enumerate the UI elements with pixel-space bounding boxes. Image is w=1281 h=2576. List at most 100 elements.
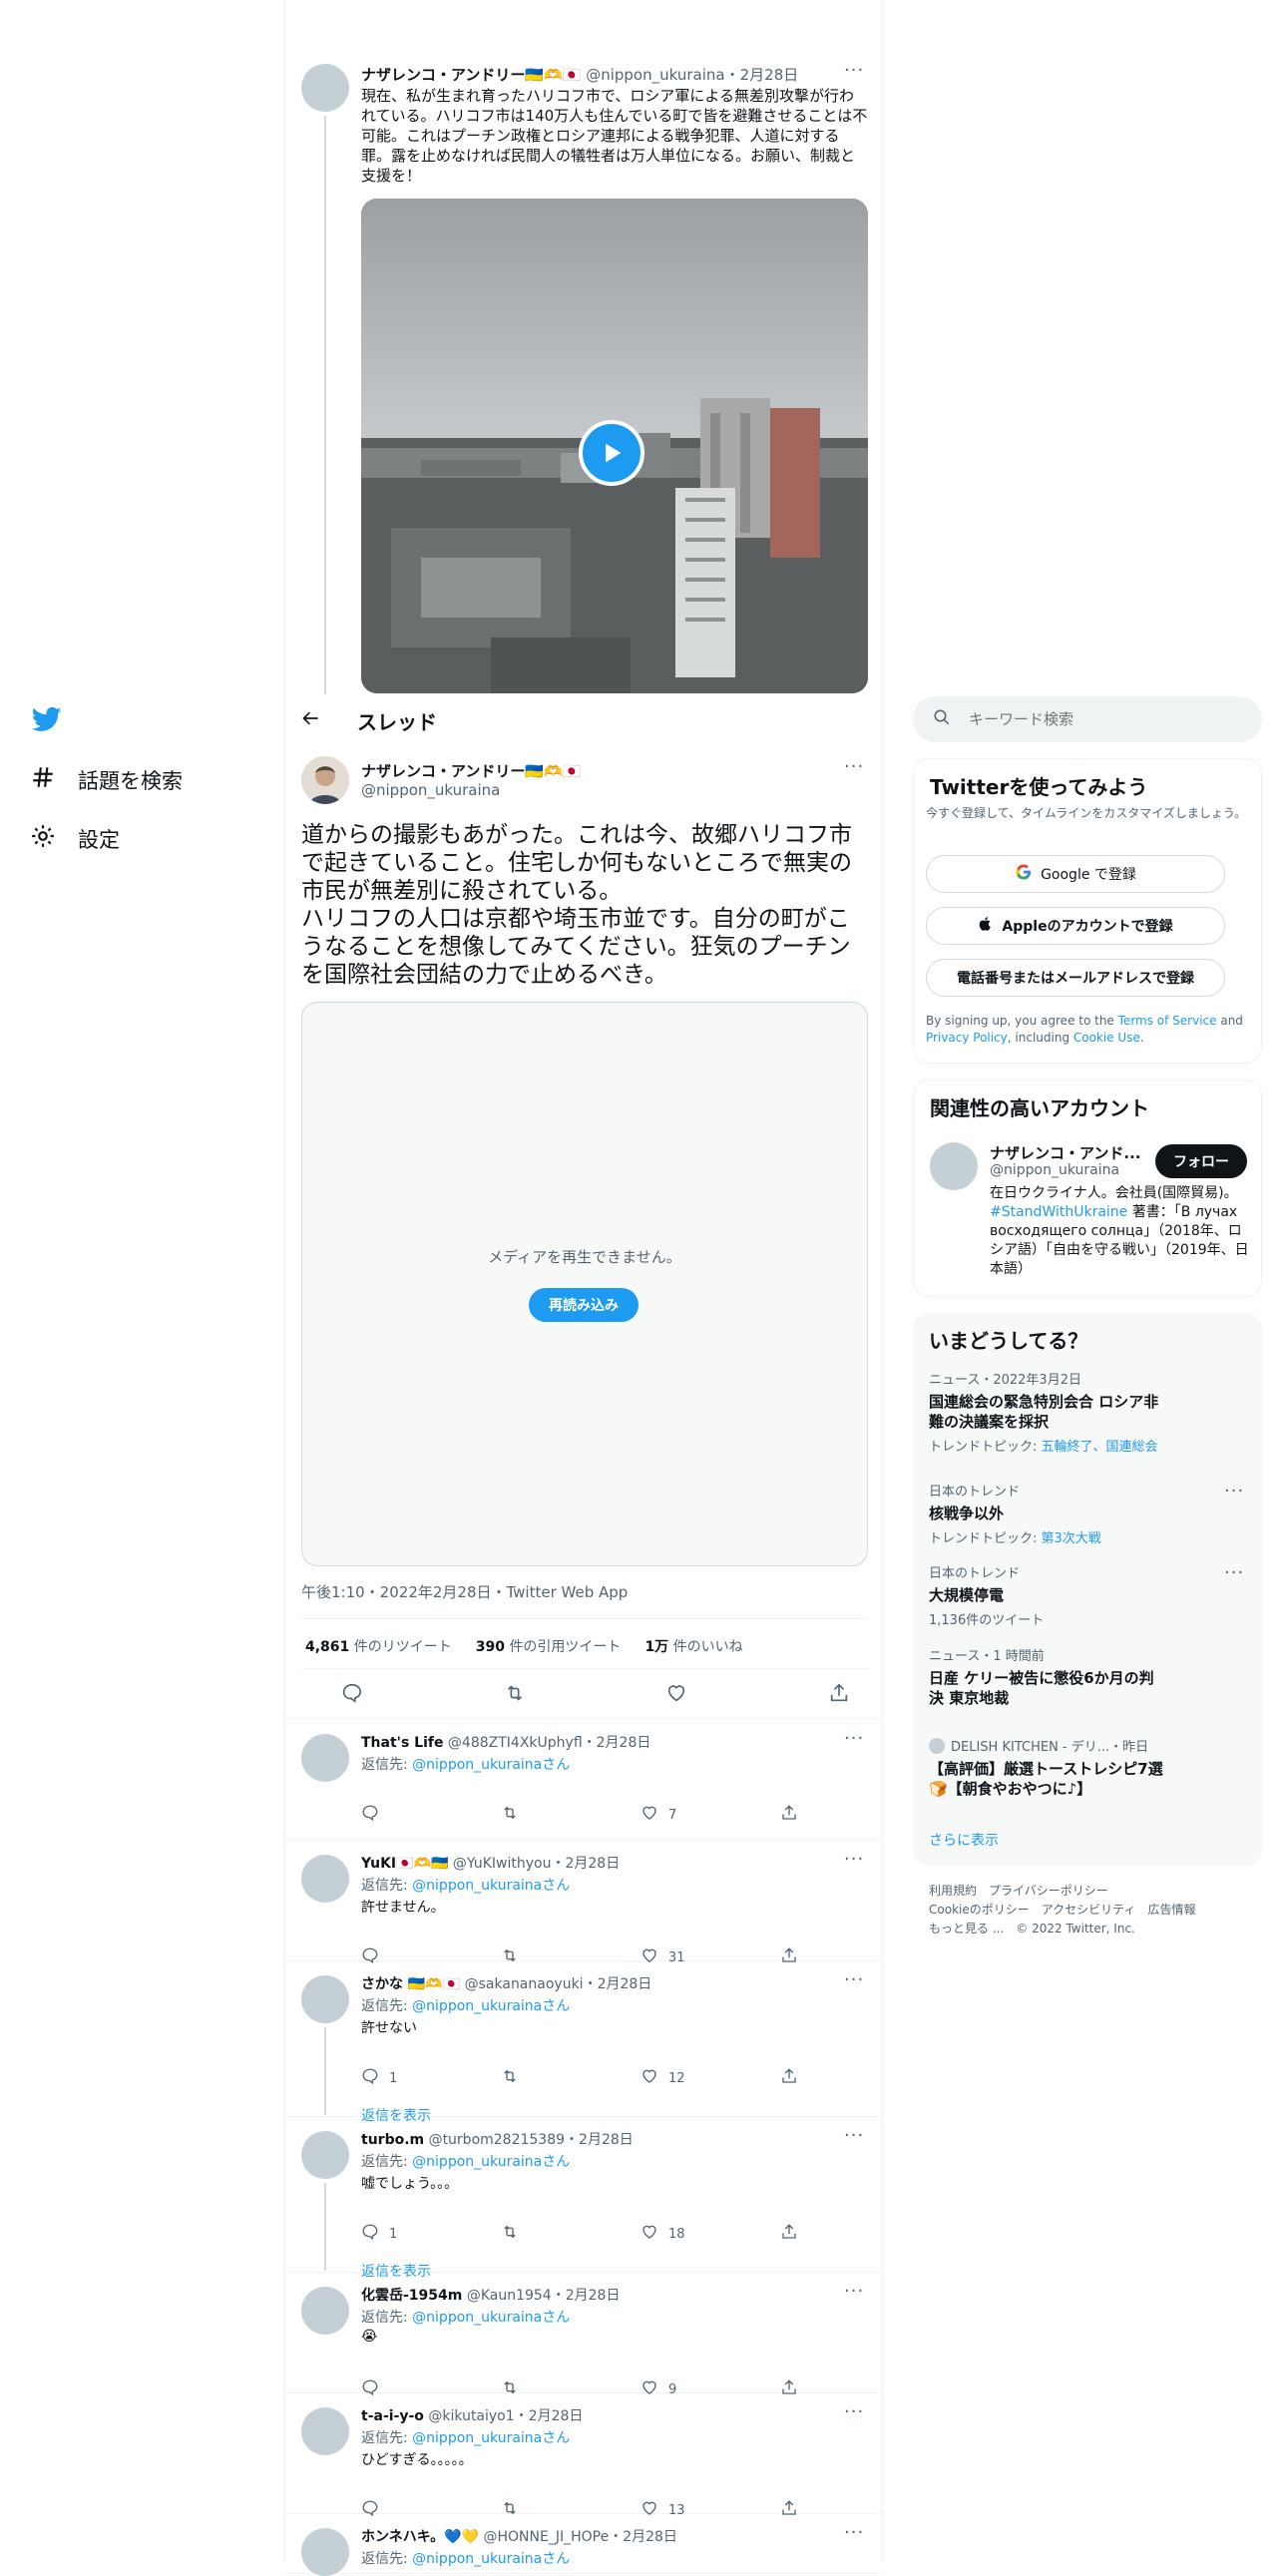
play-icon[interactable] [579, 420, 644, 486]
follow-button[interactable]: フォロー [1155, 1144, 1247, 1178]
reply-tweet[interactable]: YuKI🇯🇵🫶🇺🇦 @YuKIwithyou・2月28日 ··· 返信先: @nip… [285, 1841, 882, 1965]
bio-hashtag-link[interactable]: #StandWithUkraine [990, 1204, 1127, 1220]
reply-author-name[interactable]: 化雲岳-1954m [361, 2288, 462, 2304]
trend-item[interactable]: 日本のトレンド 核戦争以外 トレンドトピック: 第3次大戦 ··· [929, 1481, 1246, 1546]
share-button[interactable] [780, 2223, 800, 2245]
nav-explore[interactable]: 話題を検索 [30, 764, 183, 795]
reply-date[interactable]: 2月28日 [529, 2408, 584, 2424]
more-options-icon[interactable]: ··· [844, 1728, 864, 1749]
footer-cookie-link[interactable]: Cookieのポリシー [929, 1903, 1030, 1917]
reply-button[interactable]: 1 [361, 2223, 461, 2245]
reply-author-name[interactable]: さかな 🇺🇦🫶🇯🇵 [361, 1976, 460, 1992]
reply-icon[interactable] [341, 1682, 363, 1708]
reply-author-handle[interactable]: @488ZTI4XkUphyfl [448, 1735, 583, 1751]
reply-author-name[interactable]: t-a-i-y-o [361, 2408, 424, 2424]
nav-settings[interactable]: 設定 [30, 823, 120, 854]
reply-author-handle[interactable]: @YuKIwithyou [453, 1856, 552, 1872]
more-options-icon[interactable]: ··· [844, 60, 864, 81]
google-signup-button[interactable]: Google で登録 [926, 855, 1225, 893]
quotes-stat[interactable]: 390 件の引用ツイート [476, 1636, 622, 1656]
like-button[interactable]: 7 [640, 1804, 740, 1826]
footer-more-link[interactable]: もっと見る ... [929, 1922, 1004, 1935]
tweet-timestamp[interactable]: 午後1:10・2022年2月28日・Twitter Web App [301, 1581, 628, 1602]
reply-tweet[interactable]: 化雲岳-1954m @Kaun1954・2月28日 ··· 返信先: @nippon… [285, 2273, 882, 2397]
search-input[interactable] [969, 710, 1228, 728]
reply-date[interactable]: 2月28日 [597, 1735, 651, 1751]
like-icon[interactable] [665, 1682, 687, 1708]
reply-tweet[interactable]: さかな 🇺🇦🫶🇯🇵 @sakananaoyuki・2月28日 ··· 返信先: @n… [285, 1961, 882, 2124]
more-options-icon[interactable]: ··· [1224, 1481, 1244, 1502]
reply-author-handle[interactable]: @kikutaiyo1 [428, 2408, 514, 2424]
search-box[interactable] [913, 696, 1262, 742]
avatar[interactable] [930, 1142, 978, 1190]
main-author-handle[interactable]: @nippon_ukuraina [361, 781, 500, 799]
back-arrow-icon[interactable] [301, 708, 321, 732]
reply-to-link[interactable]: @nippon_ukurainaさん [412, 2430, 570, 2446]
footer-privacy-link[interactable]: プライバシーポリシー [989, 1884, 1108, 1898]
more-options-icon[interactable]: ··· [844, 756, 864, 777]
retweet-button[interactable] [501, 1804, 601, 1826]
reply-date[interactable]: 2月28日 [579, 2132, 634, 2148]
related-account-handle[interactable]: @nippon_ukuraina [990, 1162, 1119, 1178]
more-options-icon[interactable]: ··· [844, 2125, 864, 2146]
reply-to-link[interactable]: @nippon_ukurainaさん [412, 1757, 570, 1773]
trend-topic-link[interactable]: 第3次大戦 [1042, 1531, 1101, 1546]
phone-signup-button[interactable]: 電話番号またはメールアドレスで登録 [926, 959, 1225, 997]
apple-signup-button[interactable]: Appleのアカウントで登録 [926, 907, 1225, 945]
share-icon[interactable] [828, 1682, 850, 1708]
share-button[interactable] [780, 1804, 800, 1826]
retweets-stat[interactable]: 4,861 件のリツイート [305, 1636, 452, 1656]
terms-link[interactable]: Terms of Service [1118, 1014, 1217, 1028]
more-options-icon[interactable]: ··· [844, 1969, 864, 1990]
avatar[interactable] [301, 2287, 349, 2335]
author-handle[interactable]: @nippon_ukuraina [586, 66, 724, 84]
avatar[interactable] [301, 1734, 349, 1782]
reply-author-name[interactable]: That's Life [361, 1735, 443, 1751]
reply-author-handle[interactable]: @turbom28215389 [429, 2132, 565, 2148]
tweet-date[interactable]: 2月28日 [740, 66, 799, 84]
reply-author-name[interactable]: turbo.m [361, 2132, 424, 2148]
more-options-icon[interactable]: ··· [844, 2281, 864, 2302]
trend-item[interactable]: DELISH KITCHEN - デリ...・昨日 【高評価】厳選トーストレシピ7… [929, 1736, 1246, 1799]
reply-author-handle[interactable]: @Kaun1954 [467, 2288, 552, 2304]
like-button[interactable]: 18 [640, 2223, 740, 2245]
reply-button[interactable]: 1 [361, 2067, 461, 2089]
footer-terms-link[interactable]: 利用規約 [929, 1884, 977, 1898]
likes-stat[interactable]: 1万 件のいいね [644, 1636, 742, 1656]
retweet-icon[interactable] [504, 1682, 526, 1708]
related-account-name[interactable]: ナザレンコ・アンド... [990, 1142, 1149, 1163]
reply-button[interactable] [361, 1804, 461, 1826]
reply-tweet[interactable]: ホンネハキ。💙💛 @HONNE_JI_HOPe・2月28日 ··· 返信先: @ni… [285, 2514, 882, 2576]
reply-tweet[interactable]: turbo.m @turbom28215389・2月28日 ··· 返信先: @ni… [285, 2117, 882, 2280]
avatar[interactable] [301, 2528, 349, 2576]
avatar[interactable] [301, 1855, 349, 1903]
reply-date[interactable]: 2月28日 [623, 2529, 677, 2545]
share-button[interactable] [780, 2067, 800, 2089]
avatar[interactable] [301, 2407, 349, 2455]
more-options-icon[interactable]: ··· [844, 1849, 864, 1870]
reply-to-link[interactable]: @nippon_ukurainaさん [412, 2154, 570, 2170]
reply-tweet[interactable]: t-a-i-y-o @kikutaiyo1・2月28日 ··· 返信先: @nipp… [285, 2393, 882, 2518]
trend-item[interactable]: 日本のトレンド 大規模停電 1,136件のツイート ··· [929, 1562, 1246, 1628]
footer-ads-link[interactable]: 広告情報 [1147, 1903, 1195, 1917]
reply-date[interactable]: 2月28日 [565, 1856, 620, 1872]
cookie-link[interactable]: Cookie Use [1073, 1031, 1140, 1045]
reply-date[interactable]: 2月28日 [598, 1976, 652, 1992]
reply-tweet[interactable]: That's Life @488ZTI4XkUphyfl・2月28日 ··· 返信先… [285, 1720, 882, 1841]
reply-date[interactable]: 2月28日 [566, 2288, 621, 2304]
footer-accessibility-link[interactable]: アクセシビリティ [1042, 1903, 1136, 1917]
reload-button[interactable]: 再読み込み [529, 1288, 639, 1322]
reply-to-link[interactable]: @nippon_ukurainaさん [412, 2310, 570, 2326]
reply-author-handle[interactable]: @sakananaoyuki [465, 1976, 584, 1992]
reply-to-link[interactable]: @nippon_ukurainaさん [412, 2551, 570, 2567]
avatar[interactable] [301, 756, 349, 804]
reply-to-link[interactable]: @nippon_ukurainaさん [412, 1878, 570, 1894]
reply-author-name[interactable]: YuKI🇯🇵🫶🇺🇦 [361, 1856, 448, 1872]
retweet-button[interactable] [501, 2067, 601, 2089]
more-options-icon[interactable]: ··· [844, 2522, 864, 2543]
more-options-icon[interactable]: ··· [1224, 1562, 1244, 1583]
author-name[interactable]: ナザレンコ・アンドリー🇺🇦🫶🇯🇵 [361, 66, 581, 84]
avatar[interactable] [301, 64, 349, 112]
main-author-name[interactable]: ナザレンコ・アンドリー🇺🇦🫶🇯🇵 [361, 760, 581, 781]
avatar[interactable] [301, 2131, 349, 2179]
